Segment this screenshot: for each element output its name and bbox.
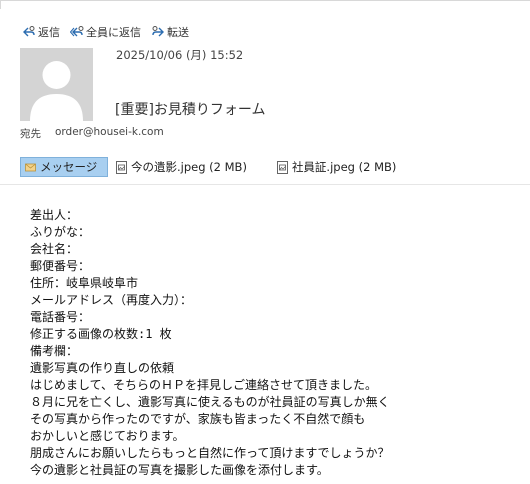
body-line: 朋成さんにお願いしたらもっと自然に作って頂けますでしょうか？ [30, 446, 390, 460]
to-address[interactable]: order@housei-k.com [55, 126, 164, 141]
body-line: 電話番号： [30, 310, 91, 324]
reply-all-icon [70, 26, 84, 37]
reply-label: 返信 [38, 26, 60, 39]
attachment-file-2-name: 社員証.jpeg (2 MB) [291, 160, 397, 174]
message-tab-label: メッセージ [40, 160, 98, 174]
header-divider [0, 184, 530, 185]
avatar-person-icon [30, 61, 83, 121]
window-frame [0, 0, 530, 9]
body-line: 遺影写真の作り直しの依頼 [30, 361, 175, 375]
message-toolbar: 返信 全員に返信 転送 [22, 24, 189, 40]
reply-all-label: 全員に返信 [86, 26, 141, 39]
body-line: 差出人： [30, 208, 79, 222]
envelope-icon [25, 163, 36, 171]
message-body: 差出人： ふりがな： 会社名： 郵便番号： 住所：岐阜県岐阜市 メールアドレス（… [30, 207, 520, 479]
recipient-row: 宛先 order@housei-k.com [20, 126, 164, 141]
body-line: おかしいと感じております。 [30, 429, 185, 443]
to-label: 宛先 [20, 128, 41, 140]
body-line: その写真から作ったのですが、家族も皆まったく不自然で顔も [30, 412, 366, 426]
message-tab[interactable]: メッセージ [20, 157, 108, 177]
image-file-icon [116, 160, 127, 174]
body-line: 今の遺影と社員証の写真を撮影した画像を添付します。 [30, 463, 329, 477]
reply-all-button[interactable]: 全員に返信 [70, 24, 141, 40]
reply-icon [23, 26, 35, 37]
body-line: はじめまして、そちらのＨＰを拝見しご連絡させて頂きました。 [30, 378, 378, 392]
message-subject: [重要]お見積りフォーム [115, 102, 266, 118]
forward-button[interactable]: 転送 [151, 24, 189, 40]
reply-button[interactable]: 返信 [22, 24, 60, 40]
message-date: 2025/10/06 (月) 15:52 [116, 48, 244, 62]
body-line: ふりがな： [30, 225, 91, 239]
body-line: ８月に兄を亡くし、遺影写真に使えるものが社員証の写真しか無く [30, 395, 390, 409]
forward-icon [152, 26, 164, 37]
body-line: メールアドレス（再度入力）： [30, 293, 193, 307]
attachment-file-1[interactable]: 今の遺影.jpeg (2 MB) [116, 157, 247, 177]
body-line: 修正する画像の枚数:1 枚 [30, 327, 172, 341]
body-line: 備考欄： [30, 344, 79, 358]
body-line: 会社名： [30, 242, 79, 256]
attachment-file-1-name: 今の遺影.jpeg (2 MB) [131, 160, 247, 174]
image-file-icon [276, 160, 288, 174]
attachment-file-2[interactable]: 社員証.jpeg (2 MB) [276, 157, 397, 177]
body-line: 郵便番号： [30, 259, 91, 273]
sender-avatar [20, 48, 93, 121]
forward-label: 転送 [167, 26, 189, 39]
attachment-bar: メッセージ 今の遺影.jpeg (2 MB) 社員証.jpeg (2 MB) [20, 157, 426, 177]
body-line: 住所：岐阜県岐阜市 [30, 276, 139, 290]
